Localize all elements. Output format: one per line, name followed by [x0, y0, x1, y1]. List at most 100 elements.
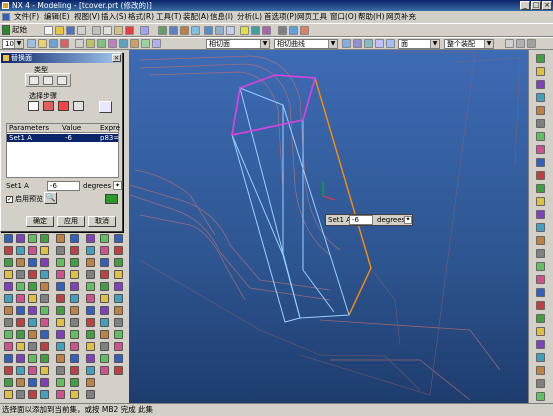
feature-tool-icon[interactable] [40, 354, 49, 363]
view-tool-icon[interactable] [536, 106, 545, 115]
view-tool-icon[interactable] [536, 262, 545, 271]
start-menu-button[interactable]: 起始 [12, 25, 27, 35]
feature-tool-icon[interactable] [4, 354, 13, 363]
feature-tool-icon[interactable] [40, 342, 49, 351]
feature-tool-icon[interactable] [40, 294, 49, 303]
step-target-icon[interactable] [43, 101, 54, 111]
cube-icon[interactable] [386, 39, 395, 48]
feature-tool-icon[interactable] [86, 246, 95, 255]
datum-icon[interactable] [251, 26, 260, 35]
menu-analysis[interactable]: 分析(L) [237, 11, 262, 23]
view-tool-icon[interactable] [536, 93, 545, 102]
delete-icon[interactable] [125, 26, 134, 35]
feature-tool-icon[interactable] [114, 258, 123, 267]
feature-tool-icon[interactable] [28, 390, 37, 399]
expand-icon[interactable] [105, 194, 118, 204]
new-file-icon[interactable] [44, 26, 53, 35]
feature-tool-icon[interactable] [56, 378, 65, 387]
feature-tool-icon[interactable] [100, 282, 109, 291]
feature-tool-icon[interactable] [40, 306, 49, 315]
feature-tool-icon[interactable] [114, 246, 123, 255]
feature-tool-icon[interactable] [86, 294, 95, 303]
face-rule-combo[interactable]: 相切面 ▼ [206, 39, 270, 49]
feature-tool-icon[interactable] [28, 258, 37, 267]
feature-tool-icon[interactable] [28, 294, 37, 303]
view-tool-icon[interactable] [536, 184, 545, 193]
angle-value-field[interactable]: -6 [47, 181, 80, 191]
feature-tool-icon[interactable] [4, 246, 13, 255]
view-tool-icon[interactable] [536, 392, 545, 401]
render-style-icon[interactable] [226, 26, 235, 35]
feature-tool-icon[interactable] [4, 378, 13, 387]
zoom-combo[interactable]: 100 ▼ [2, 39, 24, 49]
undo-icon[interactable] [140, 26, 149, 35]
menu-view[interactable]: 视图(V) [74, 11, 100, 23]
options-icon[interactable] [527, 39, 536, 48]
onscreen-value-field[interactable]: -6 [349, 215, 373, 225]
feature-tool-icon[interactable] [100, 258, 109, 267]
snap-settings-icon[interactable] [505, 39, 514, 48]
feature-tool-icon[interactable] [114, 330, 123, 339]
menu-web-supplement[interactable]: 网页补充 [386, 11, 416, 23]
pick-icon[interactable] [99, 101, 112, 113]
feature-tool-icon[interactable] [70, 354, 79, 363]
menu-tools[interactable]: 工具(T) [156, 11, 181, 23]
feature-tool-icon[interactable] [56, 330, 65, 339]
feature-tool-icon[interactable] [16, 282, 25, 291]
feature-tool-icon[interactable] [86, 354, 95, 363]
pan-icon[interactable] [191, 26, 200, 35]
paste-icon[interactable] [114, 26, 123, 35]
feature-tool-icon[interactable] [56, 270, 65, 279]
feature-tool-icon[interactable] [4, 282, 13, 291]
menu-insert[interactable]: 插入(S) [101, 11, 127, 23]
feature-tool-icon[interactable] [56, 246, 65, 255]
feature-tool-icon[interactable] [114, 342, 123, 351]
feature-tool-icon[interactable] [40, 258, 49, 267]
midpoint-snap-icon[interactable] [97, 39, 106, 48]
feature-tool-icon[interactable] [28, 306, 37, 315]
feature-tool-icon[interactable] [86, 342, 95, 351]
minimize-button[interactable]: _ [520, 1, 530, 10]
deselect-icon[interactable] [60, 39, 69, 48]
view-tool-icon[interactable] [536, 236, 545, 245]
feature-tool-icon[interactable] [70, 282, 79, 291]
view-tool-icon[interactable] [536, 54, 545, 63]
preview-icon[interactable]: 🔍 [44, 192, 57, 204]
feature-tool-icon[interactable] [4, 390, 13, 399]
scope-combo[interactable]: 整个装配 ▼ [444, 39, 494, 49]
feature-tool-icon[interactable] [16, 354, 25, 363]
view-tool-icon[interactable] [536, 158, 545, 167]
feature-tool-icon[interactable] [86, 270, 95, 279]
cancel-button[interactable]: 取消 [88, 216, 116, 227]
point-snap-icon[interactable] [75, 39, 84, 48]
feature-tool-icon[interactable] [40, 330, 49, 339]
feature-tool-icon[interactable] [56, 294, 65, 303]
feature-tool-icon[interactable] [16, 258, 25, 267]
type-offset-icon[interactable] [57, 76, 67, 85]
feature-tool-icon[interactable] [56, 354, 65, 363]
feature-tool-icon[interactable] [4, 258, 13, 267]
doc-menu-icon[interactable] [2, 13, 10, 21]
view-tool-icon[interactable] [536, 132, 545, 141]
feature-tool-icon[interactable] [86, 258, 95, 267]
feature-tool-icon[interactable] [56, 258, 65, 267]
feature-tool-icon[interactable] [28, 282, 37, 291]
feature-tool-icon[interactable] [100, 246, 109, 255]
shaded-icon[interactable] [204, 26, 213, 35]
feature-tool-icon[interactable] [4, 234, 13, 243]
wcs-icon[interactable] [262, 26, 271, 35]
feature-tool-icon[interactable] [16, 246, 25, 255]
feature-tool-icon[interactable] [4, 294, 13, 303]
feature-tool-icon[interactable] [100, 294, 109, 303]
feature-tool-icon[interactable] [100, 234, 109, 243]
menu-window[interactable]: 窗口(O) [330, 11, 357, 23]
view-tool-icon[interactable] [536, 67, 545, 76]
box-select-icon[interactable] [49, 39, 58, 48]
feature-tool-icon[interactable] [86, 234, 95, 243]
feature-tool-icon[interactable] [4, 270, 13, 279]
type-replace-icon[interactable] [43, 76, 53, 85]
feature-tool-icon[interactable] [86, 390, 95, 399]
feature-tool-icon[interactable] [100, 318, 109, 327]
menu-assemblies[interactable]: 装配(A) [183, 11, 209, 23]
feature-tool-icon[interactable] [86, 306, 95, 315]
